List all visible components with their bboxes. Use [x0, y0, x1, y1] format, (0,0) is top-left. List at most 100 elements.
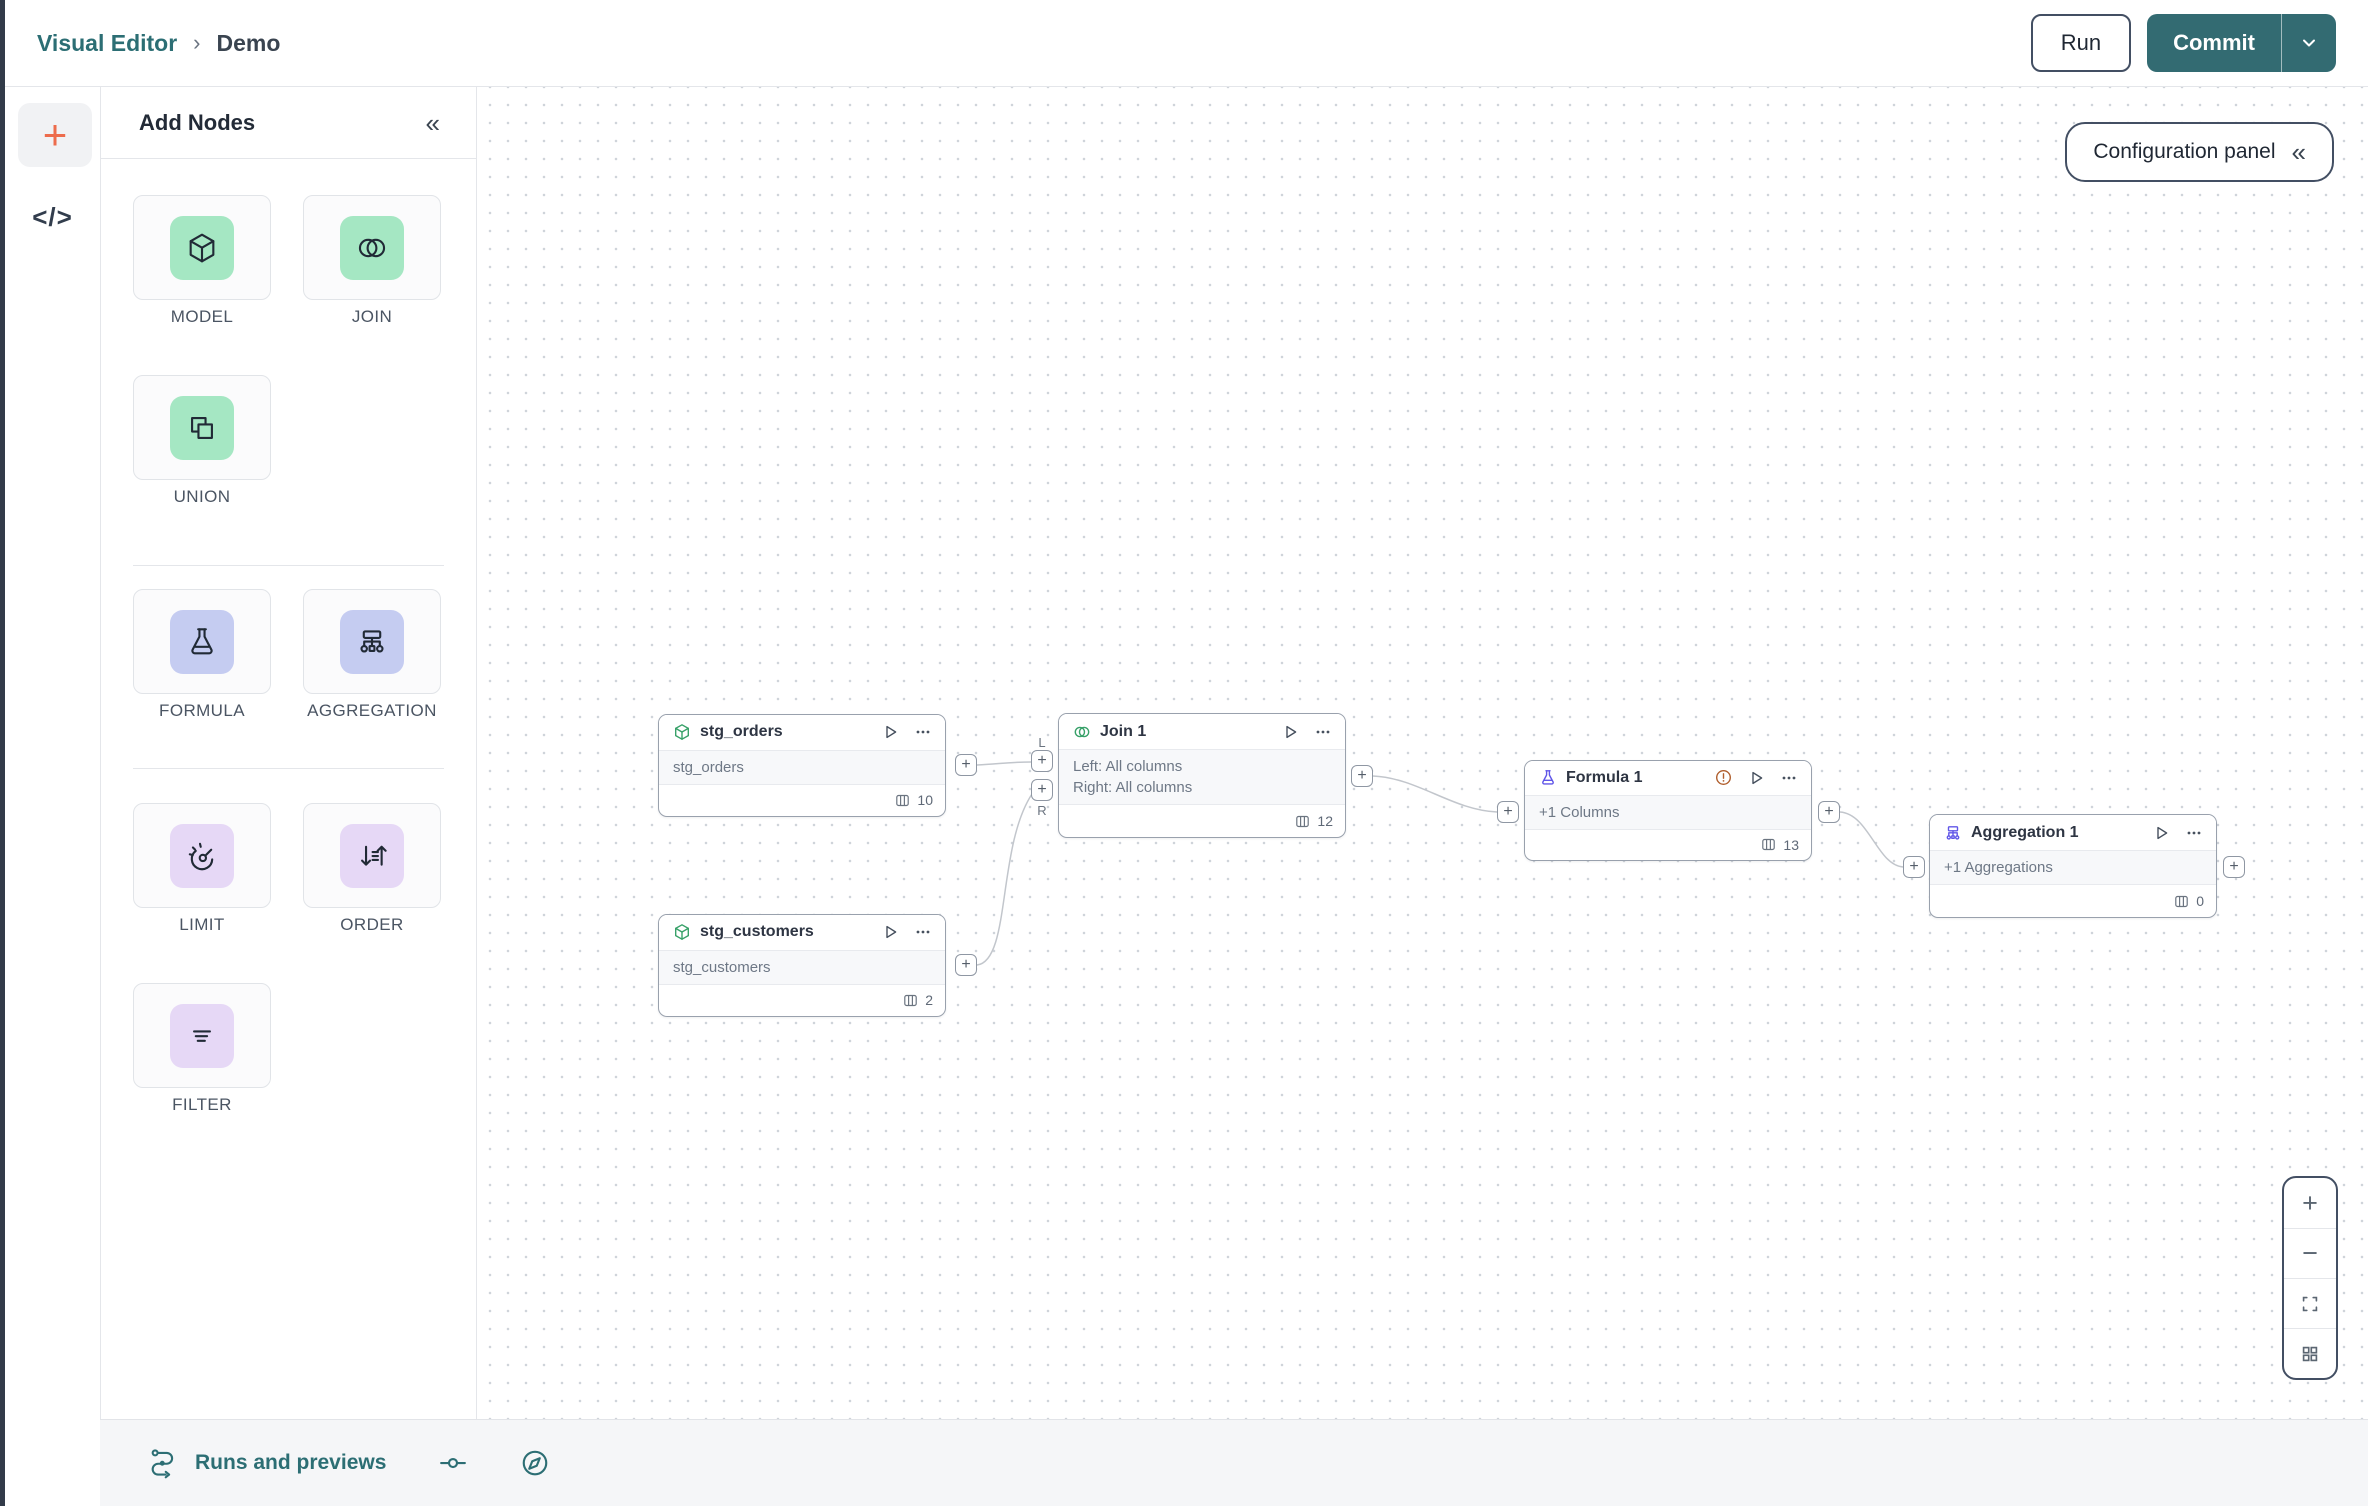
port-stg-customers-output[interactable]: +	[955, 954, 977, 976]
add-nodes-panel: Add Nodes « MODEL JOIN UNION FORMULA AGG…	[100, 87, 477, 1419]
left-rail: + </>	[5, 87, 100, 1506]
run-node-icon[interactable]	[883, 924, 898, 940]
breadcrumb-separator-icon: ›	[193, 30, 201, 55]
node-title: stg_customers	[700, 923, 814, 941]
node-summary-line: Left: All columns	[1073, 758, 1183, 776]
node-summary-line: +1 Columns	[1539, 803, 1620, 821]
code-view-button[interactable]: </>	[5, 197, 100, 237]
port-join-output[interactable]: +	[1351, 765, 1373, 787]
edge-customers-to-join-right	[976, 793, 1033, 966]
commit-button[interactable]: Commit	[2147, 14, 2281, 72]
node-summary-line: +1 Aggregations	[1944, 859, 2053, 877]
node-footer: 0	[1930, 885, 2216, 917]
configuration-panel-label: Configuration panel	[2093, 140, 2276, 163]
node-title: Aggregation 1	[1971, 823, 2079, 841]
fit-view-button[interactable]	[2284, 1278, 2336, 1328]
columns-icon	[2175, 895, 2189, 907]
app-left-edge	[0, 0, 5, 1506]
run-node-icon[interactable]	[1283, 724, 1298, 740]
union-squares-icon	[170, 395, 234, 460]
plus-icon: +	[1037, 781, 1047, 798]
toolbox-divider	[133, 565, 444, 566]
tile-filter[interactable]	[133, 983, 271, 1088]
compass-icon	[523, 1450, 548, 1476]
node-menu-icon[interactable]	[915, 724, 931, 740]
sort-arrows-icon	[340, 823, 404, 888]
layout-grid-button[interactable]	[2284, 1328, 2336, 1378]
tile-model[interactable]	[133, 195, 271, 300]
commit-menu-button[interactable]	[2282, 14, 2336, 72]
node-title: stg_orders	[700, 723, 783, 741]
node-header: stg_customers	[659, 915, 945, 950]
node-formula-1[interactable]: Formula 1 +1 Columns 13	[1524, 760, 1812, 861]
tile-union[interactable]	[133, 375, 271, 480]
tile-model-label: MODEL	[170, 307, 234, 326]
edge-formula-to-aggregation	[1839, 811, 1904, 868]
columns-icon	[1296, 815, 1310, 827]
plus-icon: +	[961, 756, 971, 773]
plus-icon: +	[2302, 1187, 2318, 1218]
run-node-icon[interactable]	[1749, 770, 1764, 786]
explore-button[interactable]	[520, 1448, 550, 1478]
node-aggregation-1[interactable]: Aggregation 1 +1 Aggregations 0	[1929, 814, 2217, 918]
node-footer: 12	[1059, 805, 1345, 837]
column-count: 10	[917, 792, 933, 809]
pipeline-canvas[interactable]: stg_orders stg_orders 10 Join 1 Left: Al…	[477, 87, 2368, 1419]
node-summary: Left: All columns Right: All columns	[1059, 749, 1345, 806]
port-stg-orders-output[interactable]: +	[955, 754, 977, 776]
tile-limit[interactable]	[133, 803, 271, 908]
edge-join-to-formula	[1372, 775, 1498, 813]
tile-formula[interactable]	[133, 589, 271, 694]
port-aggregation-input[interactable]: +	[1903, 856, 1925, 878]
tile-join[interactable]	[303, 195, 441, 300]
node-summary-line: stg_orders	[673, 758, 744, 776]
port-formula-input[interactable]: +	[1497, 801, 1519, 823]
warning-icon	[1715, 770, 1732, 786]
run-node-icon[interactable]	[2154, 825, 2169, 841]
node-summary-line: Right: All columns	[1073, 779, 1193, 797]
runs-flow-icon	[151, 1449, 174, 1479]
flask-icon	[170, 609, 234, 674]
node-join-1[interactable]: Join 1 Left: All columns Right: All colu…	[1058, 713, 1346, 838]
add-node-button[interactable]: +	[18, 103, 92, 167]
tile-order[interactable]	[303, 803, 441, 908]
bottom-bar: Runs and previews	[100, 1419, 2368, 1506]
git-commit-icon	[440, 1457, 467, 1469]
collapse-panel-icon[interactable]: «	[426, 110, 440, 136]
zoom-out-button[interactable]: −	[2284, 1228, 2336, 1278]
run-button[interactable]: Run	[2030, 14, 2132, 72]
port-join-right-input[interactable]: +	[1031, 779, 1053, 801]
tile-union-label: UNION	[173, 487, 231, 506]
node-menu-icon[interactable]	[1781, 770, 1797, 786]
column-count: 0	[2196, 893, 2204, 910]
port-join-left-input[interactable]: +	[1031, 750, 1053, 772]
node-footer: 2	[659, 985, 945, 1016]
node-title: Join 1	[1100, 722, 1147, 740]
plus-icon: +	[42, 111, 68, 158]
column-count: 12	[1317, 813, 1333, 830]
runs-and-previews-button[interactable]: Runs and previews	[148, 1447, 386, 1479]
node-menu-icon[interactable]	[915, 924, 931, 940]
aggregation-tree-icon	[1946, 825, 1960, 840]
breadcrumb-visual-editor[interactable]: Visual Editor	[37, 30, 177, 57]
model-cube-icon	[170, 215, 234, 280]
edge-orders-to-join-left	[976, 761, 1032, 766]
plus-icon: +	[1503, 803, 1513, 820]
port-aggregation-output[interactable]: +	[2223, 856, 2245, 878]
commit-history-button[interactable]	[438, 1448, 468, 1478]
node-footer: 13	[1525, 830, 1811, 860]
node-stg-orders[interactable]: stg_orders stg_orders 10	[658, 714, 946, 817]
join-circles-icon	[1074, 726, 1090, 738]
port-formula-output[interactable]: +	[1818, 801, 1840, 823]
tile-aggregation[interactable]	[303, 589, 441, 694]
node-menu-icon[interactable]	[2186, 825, 2202, 841]
node-menu-icon[interactable]	[1315, 724, 1331, 740]
topbar-actions: Run Commit	[2030, 14, 2368, 72]
columns-icon	[896, 794, 910, 807]
configuration-panel-button[interactable]: Configuration panel «	[2065, 122, 2334, 182]
tile-limit-label: LIMIT	[179, 915, 225, 934]
column-count: 2	[925, 992, 933, 1009]
node-stg-customers[interactable]: stg_customers stg_customers 2	[658, 914, 946, 1017]
zoom-in-button[interactable]: +	[2284, 1178, 2336, 1228]
run-node-icon[interactable]	[883, 724, 898, 740]
